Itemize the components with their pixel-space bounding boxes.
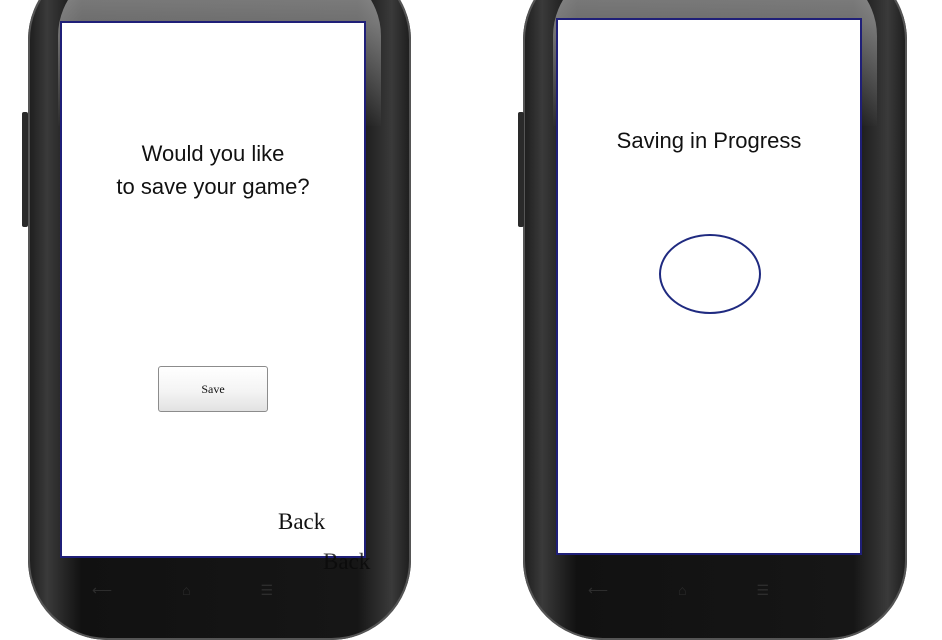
phone-side-button-left [22,112,28,227]
back-nav-icon[interactable]: ⟵ [588,582,608,598]
saving-screen: Saving in Progress [556,18,862,555]
back-link[interactable]: Back [278,509,325,535]
save-prompt-line2: to save your game? [116,174,310,199]
menu-nav-icon[interactable]: ☰ [757,582,770,598]
home-nav-icon[interactable]: ⌂ [182,582,190,598]
phone-side-button-right [518,112,524,227]
loading-spinner-icon [659,234,761,314]
saving-status-text: Saving in Progress [616,128,802,153]
save-prompt-line1: Would you like [141,141,285,166]
save-prompt: Would you like to save your game? [62,137,364,203]
nav-bar-right: ⟵ ⌂ ☰ [588,582,770,598]
save-button[interactable]: Save [158,366,268,412]
home-nav-icon[interactable]: ⌂ [678,582,686,598]
nav-bar-left: ⟵ ⌂ ☰ [92,582,274,598]
menu-nav-icon[interactable]: ☰ [261,582,274,598]
back-label-offscreen: Back [323,549,371,574]
save-game-screen: Would you like to save your game? Save B… [60,21,366,558]
back-nav-icon[interactable]: ⟵ [92,582,112,598]
